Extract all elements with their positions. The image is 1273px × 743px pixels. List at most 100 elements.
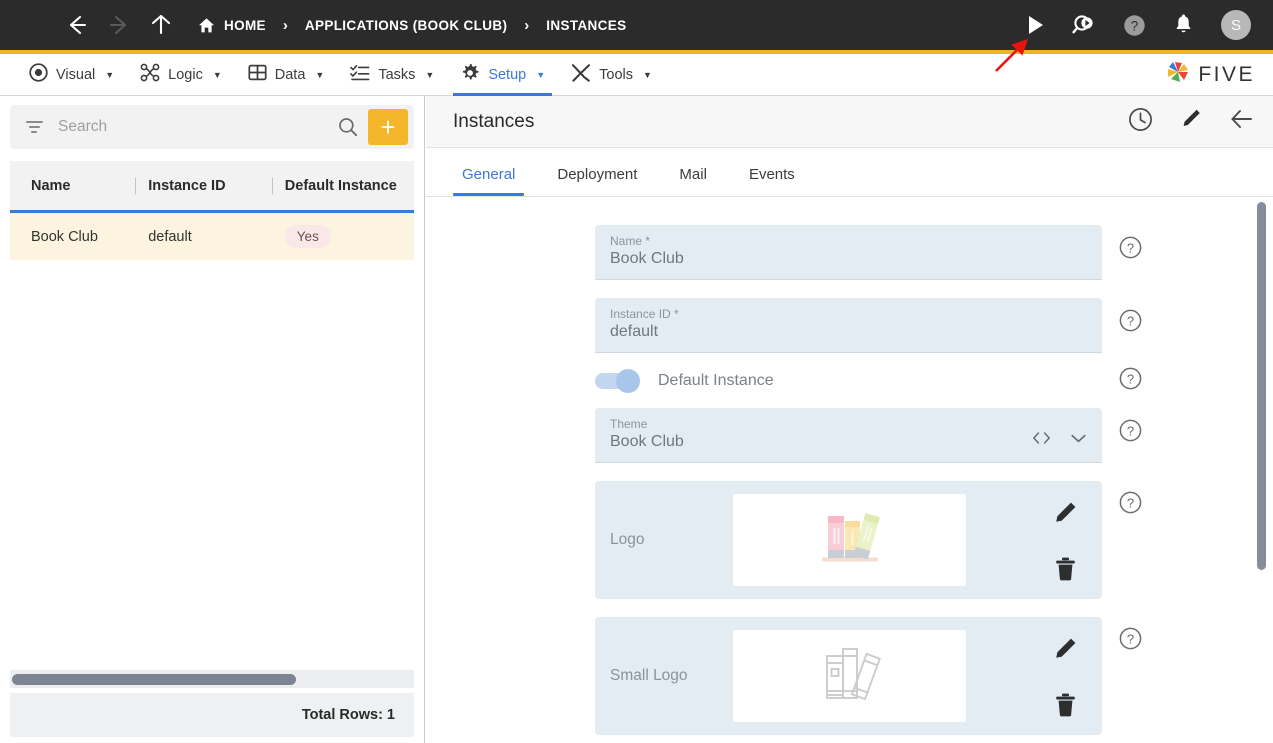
menu-item-visual[interactable]: Visual ▼	[16, 54, 127, 96]
menu-label-visual: Visual	[56, 66, 96, 83]
horizontal-scrollbar[interactable]	[10, 670, 414, 688]
form-row-name: Name * Book Club ?	[426, 225, 1273, 280]
name-field-value: Book Club	[610, 250, 684, 267]
form-row-logo: Logo ?	[426, 481, 1273, 599]
book-stack-color-image	[802, 502, 898, 579]
status-badge: Yes	[284, 225, 331, 248]
breadcrumb-item-home[interactable]: HOME	[198, 17, 266, 34]
svg-text:?: ?	[1127, 371, 1134, 386]
menu-item-tasks[interactable]: Tasks ▼	[337, 54, 447, 96]
back-arrow-icon[interactable]	[64, 12, 90, 38]
form-row-default-instance: Default Instance ?	[426, 367, 1273, 393]
tab-general[interactable]: General	[453, 166, 525, 196]
tab-deployment[interactable]: Deployment	[548, 166, 646, 196]
column-header-instance-id-label: Instance ID	[148, 177, 226, 194]
svg-text:?: ?	[1127, 240, 1134, 255]
tasks-icon	[350, 63, 370, 86]
svg-text:?: ?	[1127, 313, 1134, 328]
breadcrumb-separator: ›	[282, 16, 288, 34]
svg-text:?: ?	[1127, 423, 1134, 438]
search-input[interactable]	[58, 118, 328, 136]
help-circle-icon[interactable]: ?	[1119, 491, 1142, 514]
forward-arrow-icon[interactable]	[106, 12, 132, 38]
column-divider	[135, 177, 137, 194]
add-instance-button[interactable]: +	[368, 109, 408, 145]
help-circle-icon[interactable]: ?	[1119, 236, 1142, 259]
toggle-knob	[616, 368, 640, 393]
filter-icon[interactable]	[24, 121, 44, 133]
menu-item-data[interactable]: Data ▼	[235, 54, 338, 96]
column-header-default-instance-label: Default Instance	[284, 177, 397, 194]
breadcrumb-item-applications[interactable]: APPLICATIONS (BOOK CLUB)	[305, 18, 507, 33]
module-menu-bar: Visual ▼ Logic ▼ Data ▼ Tasks ▼ Setup ▼ …	[0, 54, 1273, 96]
chevron-down-icon: ▼	[105, 69, 115, 80]
chevron-down-icon[interactable]	[1069, 431, 1088, 450]
form-row-theme: Theme Book Club ?	[426, 408, 1273, 463]
column-header-name[interactable]: Name	[31, 178, 148, 194]
menu-label-tasks: Tasks	[378, 66, 416, 83]
column-header-instance-id[interactable]: Instance ID	[135, 177, 285, 194]
back-arrow-icon[interactable]	[1229, 106, 1255, 137]
help-circle-icon[interactable]: ?	[1119, 627, 1142, 650]
cell-default-instance: Yes	[284, 225, 414, 248]
theme-field-value: Book Club	[610, 433, 684, 450]
code-brackets-icon[interactable]	[1031, 430, 1052, 451]
trash-icon[interactable]	[1054, 556, 1077, 581]
logic-icon	[140, 63, 160, 86]
five-brand-logo: FIVE	[1165, 59, 1273, 90]
logo-field-label: Logo	[610, 531, 645, 548]
menu-item-tools[interactable]: Tools ▼	[558, 54, 665, 96]
tab-mail[interactable]: Mail	[670, 166, 716, 196]
detail-form-scroll-area: Name * Book Club ? Instance ID * default…	[426, 197, 1273, 743]
svg-text:?: ?	[1127, 495, 1134, 510]
user-avatar[interactable]: S	[1221, 10, 1251, 40]
instance-id-field-value: default	[610, 323, 659, 340]
cell-name: Book Club	[31, 228, 98, 245]
menu-item-setup[interactable]: Setup ▼	[447, 54, 558, 96]
small-logo-actions	[1052, 617, 1078, 735]
theme-field-label: Theme	[610, 417, 648, 431]
search-bar: +	[10, 105, 414, 149]
column-header-default-instance[interactable]: Default Instance	[271, 177, 414, 194]
tab-events[interactable]: Events	[740, 166, 804, 196]
help-circle-icon[interactable]: ?	[1119, 367, 1142, 390]
active-tab-indicator	[453, 193, 525, 196]
default-instance-toggle-group: Default Instance	[595, 368, 1102, 393]
table-row[interactable]: Book Club default Yes	[10, 213, 414, 260]
small-logo-field-label: Small Logo	[610, 667, 688, 684]
menu-label-data: Data	[274, 66, 306, 83]
detail-form: Name * Book Club ? Instance ID * default…	[426, 197, 1273, 735]
page-title: Instances	[453, 110, 535, 132]
horizontal-scrollbar-thumb[interactable]	[12, 674, 296, 685]
menu-item-logic[interactable]: Logic ▼	[127, 54, 235, 96]
default-instance-toggle[interactable]	[595, 368, 640, 393]
detail-header-actions	[1128, 106, 1255, 137]
vertical-scrollbar-thumb[interactable]	[1257, 202, 1266, 570]
breadcrumb-item-instances[interactable]: INSTANCES	[546, 18, 626, 33]
search-run-icon[interactable]	[1072, 13, 1096, 37]
trash-icon[interactable]	[1054, 692, 1077, 717]
edit-pencil-icon[interactable]	[1052, 636, 1078, 662]
search-icon[interactable]	[328, 117, 368, 137]
hamburger-icon[interactable]	[18, 16, 42, 34]
notifications-bell-icon[interactable]	[1173, 14, 1194, 37]
detail-tabs: General Deployment Mail Events	[426, 148, 1273, 197]
grid-footer-total-rows: Total Rows: 1	[10, 693, 414, 737]
instance-id-field[interactable]: Instance ID * default	[595, 298, 1102, 353]
edit-pencil-icon[interactable]	[1052, 500, 1078, 526]
name-field[interactable]: Name * Book Club	[595, 225, 1102, 280]
run-play-icon[interactable]	[1025, 14, 1045, 36]
top-navigation-bar: HOME › APPLICATIONS (BOOK CLUB) › INSTAN…	[0, 0, 1273, 50]
up-arrow-icon[interactable]	[148, 12, 174, 38]
table-icon	[248, 63, 267, 86]
help-circle-icon[interactable]: ?	[1119, 309, 1142, 332]
book-stack-outline-image	[802, 638, 898, 715]
theme-field[interactable]: Theme Book Club	[595, 408, 1102, 463]
history-clock-icon[interactable]	[1128, 107, 1153, 137]
help-circle-icon[interactable]: ?	[1119, 419, 1142, 442]
small-logo-field: Small Logo	[595, 617, 1102, 735]
small-logo-preview[interactable]	[732, 629, 967, 723]
edit-pencil-icon[interactable]	[1179, 107, 1203, 136]
logo-preview[interactable]	[732, 493, 967, 587]
help-circle-icon[interactable]: ?	[1123, 14, 1146, 37]
